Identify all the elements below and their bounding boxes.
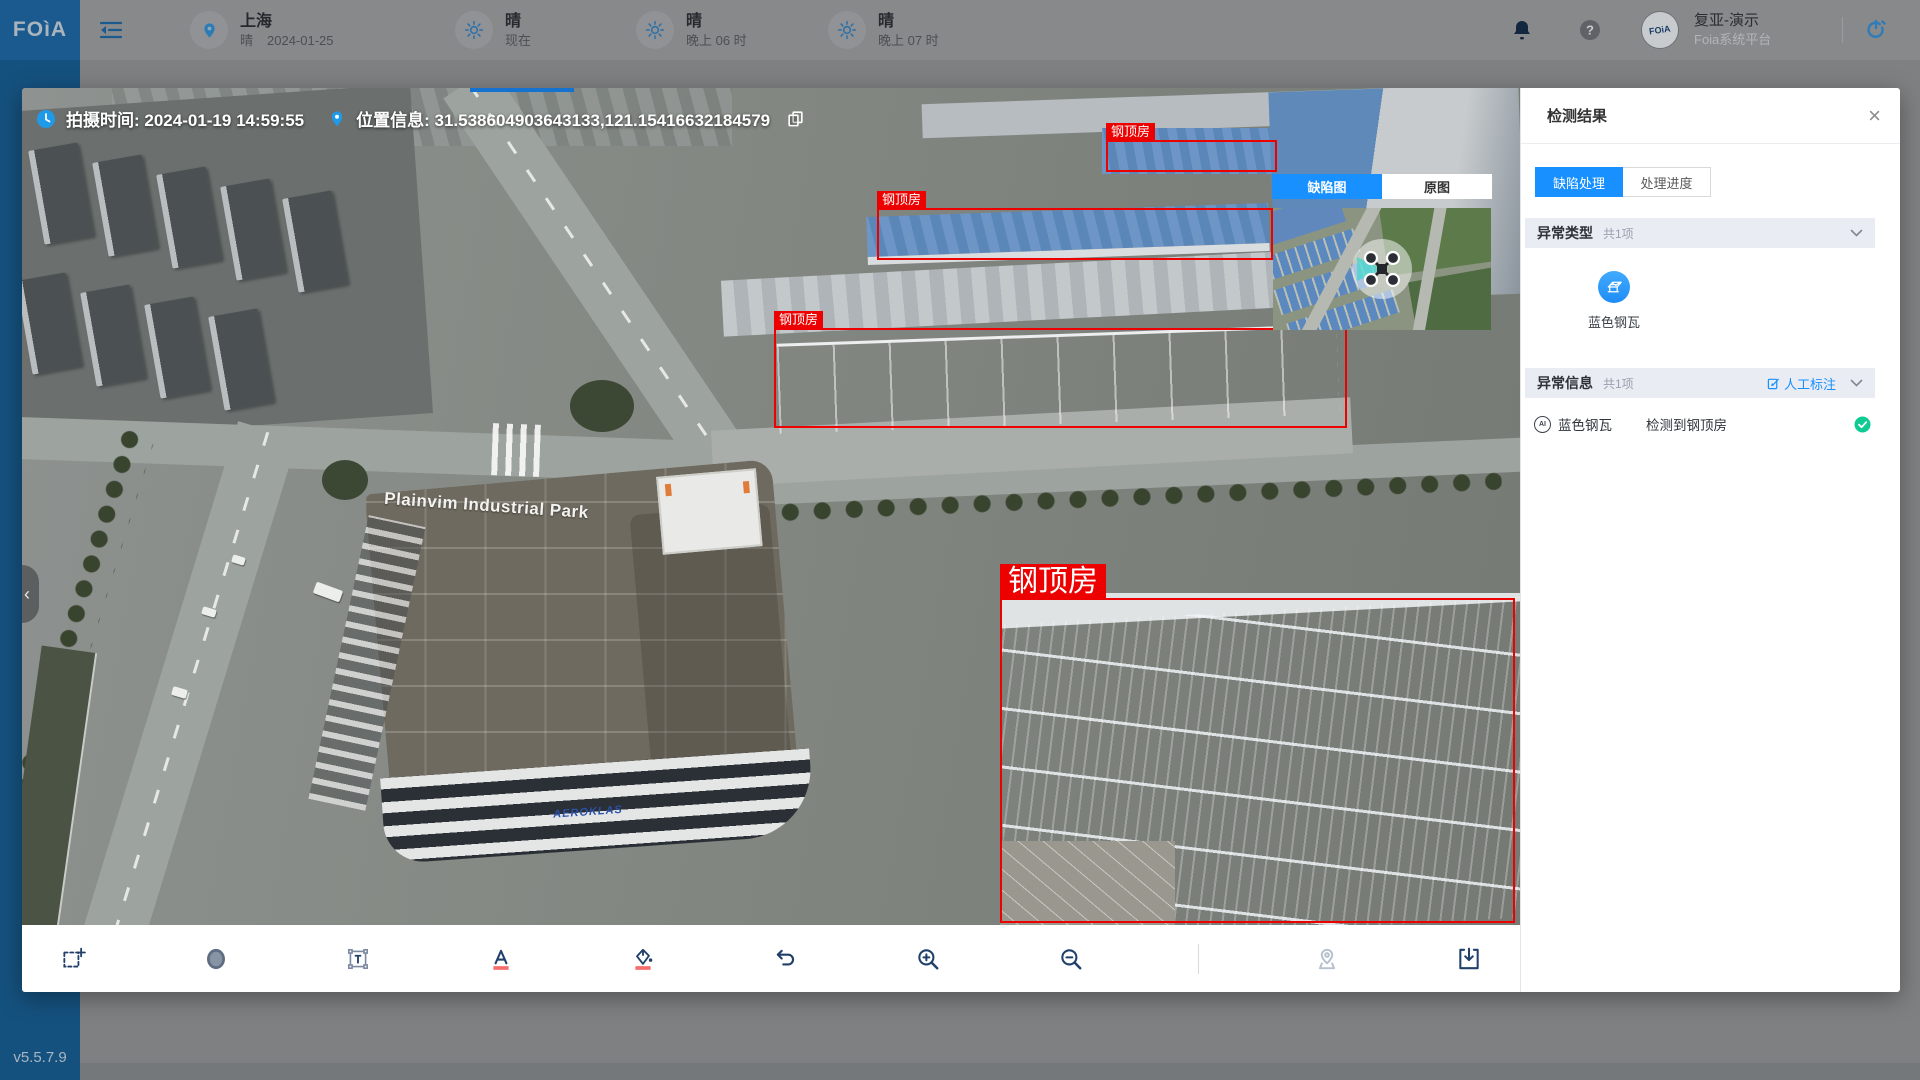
location-pin-icon bbox=[190, 11, 228, 49]
panel-title: 检测结果 bbox=[1547, 105, 1607, 126]
detection-box-label: 钢顶房 bbox=[1106, 123, 1155, 142]
detection-box[interactable]: 钢顶房 bbox=[1106, 140, 1277, 172]
detection-box[interactable]: 钢顶房 bbox=[774, 328, 1347, 428]
forecast-time: 现在 bbox=[505, 32, 531, 49]
active-thumb-indicator bbox=[470, 88, 574, 92]
anomaly-type-label: 蓝色钢瓦 bbox=[1588, 312, 1640, 331]
text-tool[interactable] bbox=[343, 944, 373, 974]
section-anomaly-info[interactable]: 异常信息 共1项 人工标注 bbox=[1525, 368, 1875, 398]
section-count: 共1项 bbox=[1603, 225, 1634, 242]
fill-color-tool[interactable] bbox=[628, 944, 658, 974]
check-icon[interactable] bbox=[1854, 416, 1871, 433]
sun-icon bbox=[636, 11, 674, 49]
sun-icon bbox=[828, 11, 866, 49]
annotation-toolbar bbox=[22, 925, 1520, 992]
canopy-icon bbox=[1598, 271, 1630, 303]
menu-fold-icon[interactable] bbox=[100, 21, 122, 44]
forecast-18h: 晴 晚上 06 时 bbox=[636, 11, 747, 49]
manual-annotate-link[interactable]: 人工标注 bbox=[1767, 374, 1836, 393]
location-weather-widget[interactable]: 上海 晴 2024-01-25 bbox=[190, 11, 334, 49]
location-info-label: 位置信息: 31.538604903643133,121.15416632184… bbox=[356, 106, 770, 131]
clock-icon bbox=[36, 109, 56, 129]
section-count: 共1项 bbox=[1603, 375, 1634, 392]
app-logo[interactable]: FOìA bbox=[0, 0, 80, 60]
forecast-now: 晴 现在 bbox=[455, 11, 531, 49]
copy-icon[interactable] bbox=[786, 109, 805, 128]
chevron-down-icon[interactable] bbox=[1850, 379, 1863, 388]
view-toggle: 缺陷图 原图 bbox=[1272, 174, 1492, 199]
anomaly-desc: 检测到钢顶房 bbox=[1646, 414, 1727, 434]
panel-tabs: 缺陷处理 处理进度 bbox=[1535, 167, 1711, 197]
user-name: 复亚-演示 bbox=[1694, 10, 1771, 31]
anomaly-name: 蓝色钢瓦 bbox=[1558, 414, 1646, 434]
photo-region bbox=[570, 380, 634, 432]
sun-icon bbox=[455, 11, 493, 49]
capture-time-label: 拍摄时间: 2024-01-19 14:59:55 bbox=[66, 106, 304, 131]
detection-box[interactable]: 钢顶房 bbox=[1000, 598, 1515, 923]
draw-rect-tool[interactable] bbox=[58, 944, 88, 974]
chevron-down-icon[interactable] bbox=[1850, 229, 1863, 238]
version-label: v5.5.7.9 bbox=[0, 1049, 80, 1066]
tab-progress[interactable]: 处理进度 bbox=[1623, 167, 1711, 197]
forecast-cond: 晴 bbox=[686, 12, 747, 32]
photo-meta-bar: 拍摄时间: 2024-01-19 14:59:55 位置信息: 31.53860… bbox=[36, 106, 805, 131]
svg-text:?: ? bbox=[1586, 23, 1594, 38]
location-pin-icon bbox=[328, 109, 346, 129]
minimap[interactable] bbox=[1273, 208, 1491, 330]
detection-box-label: 钢顶房 bbox=[877, 191, 926, 210]
toolbar-divider bbox=[1198, 944, 1199, 974]
forecast-19h: 晴 晚上 07 时 bbox=[828, 11, 939, 49]
forecast-time: 晚上 07 时 bbox=[878, 32, 939, 49]
topbar-divider bbox=[1842, 17, 1843, 43]
section-title: 异常类型 bbox=[1537, 223, 1593, 243]
logout-icon[interactable] bbox=[1864, 18, 1888, 47]
anomaly-type-item[interactable]: 蓝色钢瓦 bbox=[1579, 271, 1649, 331]
zoom-in-button[interactable] bbox=[913, 944, 943, 974]
aerial-photo[interactable]: Plainvim Industrial Park AEROKLAS 钢顶房 钢顶… bbox=[22, 88, 1520, 925]
original-view-button[interactable]: 原图 bbox=[1382, 174, 1492, 199]
section-title: 异常信息 bbox=[1537, 373, 1593, 393]
drone-icon bbox=[1347, 234, 1417, 309]
detection-box[interactable]: 钢顶房 bbox=[877, 208, 1273, 260]
zoom-out-button[interactable] bbox=[1056, 944, 1086, 974]
tab-defect-handling[interactable]: 缺陷处理 bbox=[1535, 167, 1623, 197]
collapse-handle[interactable]: ‹ bbox=[22, 565, 39, 623]
page-bottom-strip bbox=[80, 1063, 1920, 1080]
map-marker-tool[interactable] bbox=[1312, 944, 1342, 974]
city-date: 2024-01-25 bbox=[267, 33, 334, 48]
detection-result-panel: 检测结果 × 缺陷处理 处理进度 异常类型 共1项 蓝色钢瓦 异常信息 共1项 bbox=[1520, 88, 1900, 992]
draw-circle-tool[interactable] bbox=[201, 944, 231, 974]
photo-region bbox=[22, 645, 97, 925]
font-color-tool[interactable] bbox=[486, 944, 516, 974]
detection-box-label: 钢顶房 bbox=[774, 311, 823, 330]
anomaly-info-row[interactable]: AI 蓝色钢瓦 检测到钢顶房 bbox=[1521, 414, 1885, 434]
photo-region bbox=[322, 460, 368, 500]
avatar[interactable]: FOiA bbox=[1641, 11, 1679, 49]
city-cond: 晴 bbox=[240, 33, 253, 48]
photo-region bbox=[313, 582, 343, 603]
topbar: 上海 晴 2024-01-25 晴 现在 晴 晚上 06 时 晴 晚上 07 时 bbox=[0, 0, 1920, 60]
photo-region bbox=[491, 423, 541, 477]
forecast-cond: 晴 bbox=[505, 12, 531, 32]
user-org: Foia系统平台 bbox=[1694, 31, 1771, 49]
bell-icon[interactable] bbox=[1510, 18, 1534, 47]
ai-badge-icon: AI bbox=[1534, 416, 1551, 433]
photo-region: Plainvim Industrial Park AEROKLAS bbox=[365, 459, 804, 865]
user-info[interactable]: 复亚-演示 Foia系统平台 bbox=[1694, 10, 1771, 49]
detection-box-label: 钢顶房 bbox=[1000, 564, 1106, 600]
section-anomaly-type[interactable]: 异常类型 共1项 bbox=[1525, 218, 1875, 248]
defect-view-button[interactable]: 缺陷图 bbox=[1272, 174, 1382, 199]
forecast-time: 晚上 06 时 bbox=[686, 32, 747, 49]
detection-modal: Plainvim Industrial Park AEROKLAS 钢顶房 钢顶… bbox=[22, 88, 1900, 992]
edit-icon bbox=[1767, 377, 1780, 390]
close-icon[interactable]: × bbox=[1868, 105, 1881, 127]
help-icon[interactable]: ? bbox=[1579, 19, 1601, 46]
download-button[interactable] bbox=[1454, 944, 1484, 974]
city-label: 上海 bbox=[240, 12, 334, 32]
forecast-cond: 晴 bbox=[878, 12, 939, 32]
undo-button[interactable] bbox=[771, 944, 801, 974]
panel-header: 检测结果 × bbox=[1521, 88, 1900, 144]
